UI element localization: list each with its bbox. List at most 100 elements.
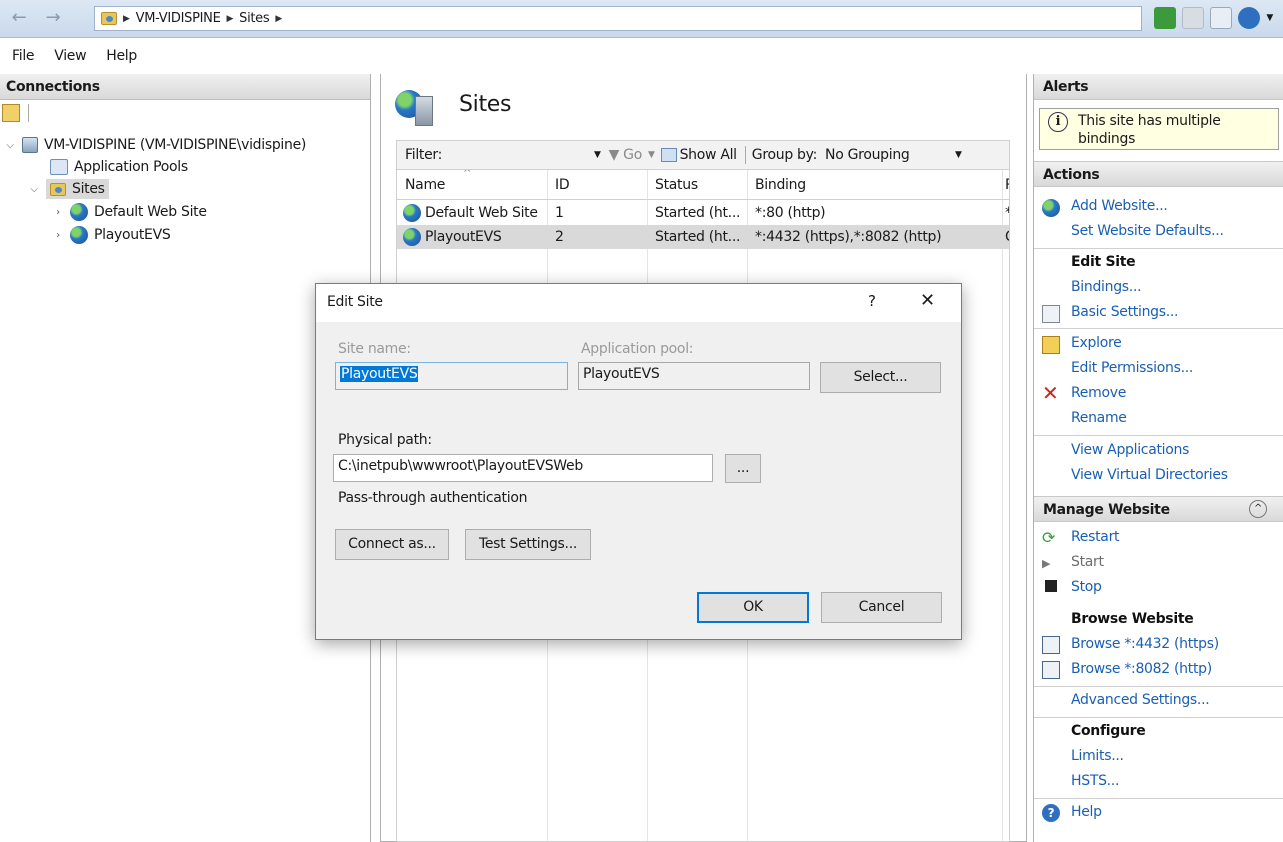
action-view-applications[interactable]: View Applications — [1071, 442, 1189, 458]
sort-ascending-icon: ^ — [463, 170, 472, 179]
actions-panel: Alerts i This site has multiple bindings… — [1033, 74, 1283, 842]
close-icon[interactable]: ✕ — [920, 290, 935, 311]
connect-as-button[interactable]: Connect as... — [335, 529, 449, 560]
browse-website-heading: Browse Website — [1071, 611, 1194, 627]
chevron-right-icon[interactable]: › — [52, 230, 64, 241]
cell-name: Default Web Site — [425, 205, 538, 221]
help-icon[interactable] — [1238, 7, 1261, 29]
tree-item-playoutevs[interactable]: › PlayoutEVS — [52, 224, 171, 246]
filter-bar: Filter: ▼ ▼ Go ▼ Show All Group by: No G… — [396, 140, 1010, 170]
ok-button[interactable]: OK — [697, 592, 809, 623]
chevron-right-icon[interactable]: › — [52, 207, 64, 218]
filter-label: Filter: — [405, 147, 443, 163]
browse-path-button[interactable]: ... — [725, 454, 761, 483]
app-pool-label: Application pool: — [581, 341, 694, 357]
tree-item-app-pools[interactable]: Application Pools — [50, 156, 188, 178]
action-hsts[interactable]: HSTS... — [1071, 773, 1119, 789]
action-set-website-defaults[interactable]: Set Website Defaults... — [1071, 223, 1224, 239]
show-all-button[interactable]: Show All — [680, 147, 737, 163]
show-all-icon — [660, 148, 677, 162]
chevron-down-icon[interactable]: ▼ — [1266, 13, 1273, 23]
column-header-id[interactable]: ID — [555, 177, 569, 193]
action-restart[interactable]: Restart — [1071, 529, 1120, 545]
column-header-name[interactable]: Name — [405, 177, 445, 193]
chevron-down-icon[interactable]: ▼ — [955, 150, 962, 160]
chevron-down-icon[interactable]: ⌵ — [4, 140, 16, 151]
collapse-chevron-up-icon[interactable]: ^ — [1249, 500, 1267, 518]
tree-item-server[interactable]: ⌵ VM-VIDISPINE (VM-VIDISPINE\vidispine) — [4, 134, 306, 156]
group-by-label: Group by: — [751, 147, 818, 163]
table-row-selected[interactable]: PlayoutEVS 2 Started (ht... *:4432 (http… — [397, 225, 1009, 249]
action-add-website[interactable]: Add Website... — [1071, 198, 1168, 214]
action-remove[interactable]: Remove — [1071, 385, 1126, 401]
toolbar-right: ▼ — [1154, 7, 1273, 29]
home-icon[interactable] — [1210, 7, 1233, 29]
cell-status: Started (ht... — [655, 205, 741, 221]
action-stop[interactable]: Stop — [1071, 579, 1102, 595]
group-by-select[interactable]: No Grouping — [825, 147, 955, 163]
action-rename[interactable]: Rename — [1071, 410, 1127, 426]
action-browse-http[interactable]: Browse *:8082 (http) — [1071, 661, 1212, 677]
tree-item-sites[interactable]: ⌵ Sites — [28, 178, 109, 200]
breadcrumb-sites[interactable]: Sites — [239, 11, 270, 26]
tree-selected-sites[interactable]: Sites — [46, 179, 109, 199]
chevron-down-icon[interactable]: ▼ — [594, 150, 601, 160]
menu-bar: File View Help — [0, 44, 1283, 68]
actions-title: Actions — [1034, 161, 1283, 187]
divider — [1034, 798, 1283, 799]
column-header-status[interactable]: Status — [655, 177, 698, 193]
cell-id: 1 — [555, 205, 564, 221]
select-button[interactable]: Select... — [820, 362, 941, 393]
cell-id: 2 — [555, 229, 564, 245]
action-view-virtual-directories[interactable]: View Virtual Directories — [1071, 467, 1228, 483]
help-question-icon[interactable]: ? — [868, 292, 876, 310]
alert-message: i This site has multiple bindings — [1039, 108, 1279, 150]
table-row[interactable]: Default Web Site 1 Started (ht... *:80 (… — [397, 201, 1009, 225]
site-name-input[interactable]: PlayoutEVS — [335, 362, 568, 390]
menu-help[interactable]: Help — [106, 48, 137, 64]
action-help[interactable]: Help — [1071, 804, 1102, 820]
cell-binding: *:4432 (https),*:8082 (http) — [755, 229, 942, 245]
configure-heading: Configure — [1071, 723, 1146, 739]
action-advanced-settings[interactable]: Advanced Settings... — [1071, 692, 1210, 708]
address-bar[interactable]: ▶ VM-VIDISPINE ▶ Sites ▶ — [94, 6, 1142, 31]
back-arrow-icon[interactable]: ← — [6, 7, 32, 29]
refresh-icon[interactable] — [1154, 7, 1177, 29]
action-bindings[interactable]: Bindings... — [1071, 279, 1142, 295]
action-limits[interactable]: Limits... — [1071, 748, 1124, 764]
menu-file[interactable]: File — [12, 48, 35, 64]
test-settings-button[interactable]: Test Settings... — [465, 529, 591, 560]
divider — [1034, 686, 1283, 687]
action-browse-https[interactable]: Browse *:4432 (https) — [1071, 636, 1219, 652]
column-header-path[interactable]: P — [1005, 177, 1009, 193]
filter-input[interactable] — [448, 144, 588, 166]
physical-path-input[interactable]: C:\inetpub\wwwroot\PlayoutEVSWeb — [333, 454, 713, 482]
edit-site-dialog: Edit Site ? ✕ Site name: PlayoutEVS Appl… — [315, 283, 962, 640]
chevron-down-icon[interactable]: ▼ — [648, 150, 655, 160]
divider — [1034, 248, 1283, 249]
tree-label-server: VM-VIDISPINE (VM-VIDISPINE\vidispine) — [44, 137, 307, 153]
forward-arrow-icon[interactable]: → — [40, 7, 66, 29]
globe-icon — [70, 203, 88, 221]
cancel-button[interactable]: Cancel — [821, 592, 942, 623]
sites-folder-icon — [101, 12, 117, 25]
tree-item-default-web-site[interactable]: › Default Web Site — [52, 201, 207, 223]
help-icon: ? — [1042, 804, 1060, 822]
action-edit-permissions[interactable]: Edit Permissions... — [1071, 360, 1193, 376]
action-basic-settings[interactable]: Basic Settings... — [1071, 304, 1178, 320]
menu-view[interactable]: View — [54, 48, 86, 64]
column-header-binding[interactable]: Binding — [755, 177, 806, 193]
crumb-separator-icon: ▶ — [226, 13, 234, 24]
column-divider — [1002, 170, 1003, 841]
stop-icon[interactable] — [1182, 7, 1205, 29]
toolbar-divider — [744, 146, 746, 164]
action-explore[interactable]: Explore — [1071, 335, 1122, 351]
dialog-titlebar: Edit Site ? ✕ — [316, 284, 961, 322]
globe-icon — [70, 226, 88, 244]
connect-icon[interactable] — [2, 104, 20, 122]
chevron-down-icon[interactable]: ⌵ — [28, 184, 40, 195]
alert-text: This site has multiple bindings — [1078, 113, 1221, 147]
connections-title: Connections — [0, 74, 370, 100]
go-button[interactable]: Go — [623, 147, 642, 163]
breadcrumb-server[interactable]: VM-VIDISPINE — [136, 11, 221, 26]
